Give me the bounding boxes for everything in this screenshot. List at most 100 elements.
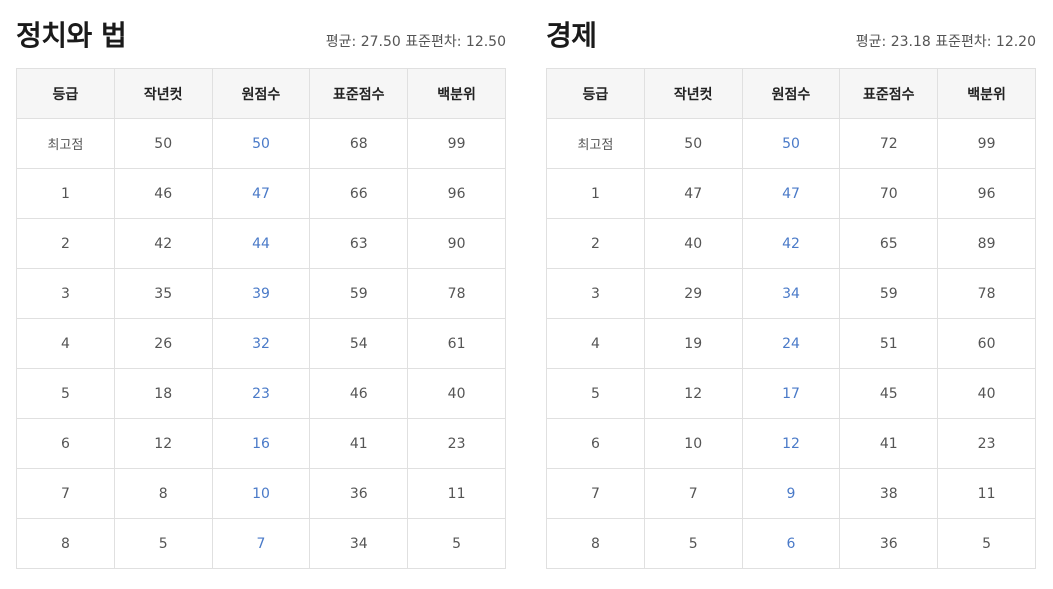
cell-raw-score: 47 [211,168,311,219]
cell-percentile: 5 [407,518,506,569]
panel-stats: 평균: 27.50 표준편차: 12.50 [325,34,506,50]
cell-raw-score: 6 [741,518,841,569]
col-header-grade: 등급 [16,68,115,119]
cell-raw-score: 32 [211,318,311,369]
table-row: 최고점 50 50 68 99 [16,118,506,169]
col-header-standard-score: 표준점수 [839,68,939,119]
cell-standard-score: 46 [309,368,409,419]
table-row: 3 35 39 59 78 [16,268,506,319]
cell-standard-score: 34 [309,518,409,569]
cell-grade: 최고점 [16,118,115,169]
cell-raw-score: 39 [211,268,311,319]
cell-raw-score: 50 [741,118,841,169]
cell-last-year-cut: 42 [113,218,213,269]
table-row: 5 12 17 45 40 [546,368,1036,419]
cell-last-year-cut: 35 [113,268,213,319]
cell-grade: 2 [546,218,645,269]
cell-standard-score: 54 [309,318,409,369]
cell-raw-score: 23 [211,368,311,419]
cell-grade: 8 [16,518,115,569]
cell-percentile: 40 [937,368,1036,419]
cell-last-year-cut: 46 [113,168,213,219]
cell-last-year-cut: 47 [643,168,743,219]
cell-grade: 6 [546,418,645,469]
cell-grade: 최고점 [546,118,645,169]
cell-grade: 1 [546,168,645,219]
cell-grade: 3 [546,268,645,319]
col-header-raw-score: 원점수 [741,68,841,119]
cell-raw-score: 16 [211,418,311,469]
cell-percentile: 5 [937,518,1036,569]
cell-standard-score: 63 [309,218,409,269]
cell-raw-score: 50 [211,118,311,169]
cell-raw-score: 24 [741,318,841,369]
cell-last-year-cut: 5 [113,518,213,569]
cell-grade: 3 [16,268,115,319]
cell-standard-score: 70 [839,168,939,219]
cell-last-year-cut: 12 [113,418,213,469]
panel-stats: 평균: 23.18 표준편차: 12.20 [855,34,1036,50]
cell-last-year-cut: 50 [643,118,743,169]
table-row: 7 7 9 38 11 [546,468,1036,519]
cell-percentile: 99 [937,118,1036,169]
panel-economics: 경제 평균: 23.18 표준편차: 12.20 등급 작년컷 원점수 표준점수… [546,0,1036,569]
cell-raw-score: 9 [741,468,841,519]
cell-percentile: 60 [937,318,1036,369]
col-header-raw-score: 원점수 [211,68,311,119]
cell-percentile: 78 [407,268,506,319]
panel-politics-law: 정치와 법 평균: 27.50 표준편차: 12.50 등급 작년컷 원점수 표… [16,0,506,569]
cell-raw-score: 17 [741,368,841,419]
cell-raw-score: 34 [741,268,841,319]
cell-last-year-cut: 7 [643,468,743,519]
table-row: 4 26 32 54 61 [16,318,506,369]
panel-header: 정치와 법 평균: 27.50 표준편차: 12.50 [16,0,506,68]
cell-last-year-cut: 29 [643,268,743,319]
panel-title: 정치와 법 [16,19,127,52]
table-row: 8 5 6 36 5 [546,518,1036,569]
table-header-row: 등급 작년컷 원점수 표준점수 백분위 [16,68,506,119]
cell-standard-score: 45 [839,368,939,419]
col-header-percentile: 백분위 [407,68,506,119]
table-row: 8 5 7 34 5 [16,518,506,569]
col-header-last-year-cut: 작년컷 [643,68,743,119]
page: 정치와 법 평균: 27.50 표준편차: 12.50 등급 작년컷 원점수 표… [0,0,1053,589]
col-header-percentile: 백분위 [937,68,1036,119]
table-row: 6 12 16 41 23 [16,418,506,469]
cell-grade: 5 [546,368,645,419]
table-row: 5 18 23 46 40 [16,368,506,419]
cell-percentile: 61 [407,318,506,369]
cell-raw-score: 10 [211,468,311,519]
grade-table: 등급 작년컷 원점수 표준점수 백분위 최고점 50 50 68 99 1 46 47 66 96… [16,68,506,569]
cell-last-year-cut: 5 [643,518,743,569]
cell-grade: 4 [16,318,115,369]
table-row: 1 46 47 66 96 [16,168,506,219]
cell-percentile: 11 [937,468,1036,519]
cell-last-year-cut: 19 [643,318,743,369]
table-row: 3 29 34 59 78 [546,268,1036,319]
table-row: 4 19 24 51 60 [546,318,1036,369]
table-row: 2 42 44 63 90 [16,218,506,269]
cell-grade: 6 [16,418,115,469]
cell-last-year-cut: 10 [643,418,743,469]
cell-standard-score: 65 [839,218,939,269]
cell-standard-score: 66 [309,168,409,219]
cell-raw-score: 47 [741,168,841,219]
cell-last-year-cut: 12 [643,368,743,419]
cell-standard-score: 59 [839,268,939,319]
grade-table: 등급 작년컷 원점수 표준점수 백분위 최고점 50 50 72 99 1 47 47 70 96… [546,68,1036,569]
cell-percentile: 96 [937,168,1036,219]
cell-standard-score: 51 [839,318,939,369]
table-header-row: 등급 작년컷 원점수 표준점수 백분위 [546,68,1036,119]
cell-standard-score: 59 [309,268,409,319]
cell-raw-score: 12 [741,418,841,469]
panel-header: 경제 평균: 23.18 표준편차: 12.20 [546,0,1036,68]
cell-standard-score: 68 [309,118,409,169]
cell-grade: 1 [16,168,115,219]
table-row: 6 10 12 41 23 [546,418,1036,469]
cell-standard-score: 41 [309,418,409,469]
cell-grade: 7 [16,468,115,519]
cell-percentile: 99 [407,118,506,169]
cell-standard-score: 36 [309,468,409,519]
cell-grade: 8 [546,518,645,569]
col-header-standard-score: 표준점수 [309,68,409,119]
